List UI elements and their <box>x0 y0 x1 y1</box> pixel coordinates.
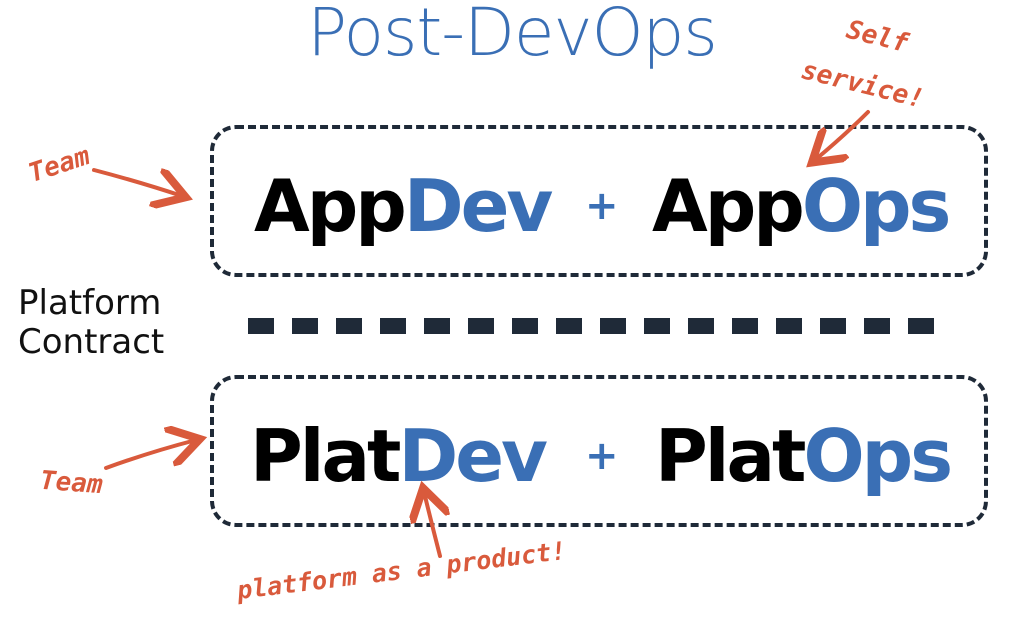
arrow-team-top <box>92 168 182 196</box>
arrow-self-service <box>815 110 870 160</box>
arrow-team-bottom <box>104 440 196 470</box>
arrow-platform-product <box>424 492 440 558</box>
annotation-arrows <box>92 110 870 558</box>
